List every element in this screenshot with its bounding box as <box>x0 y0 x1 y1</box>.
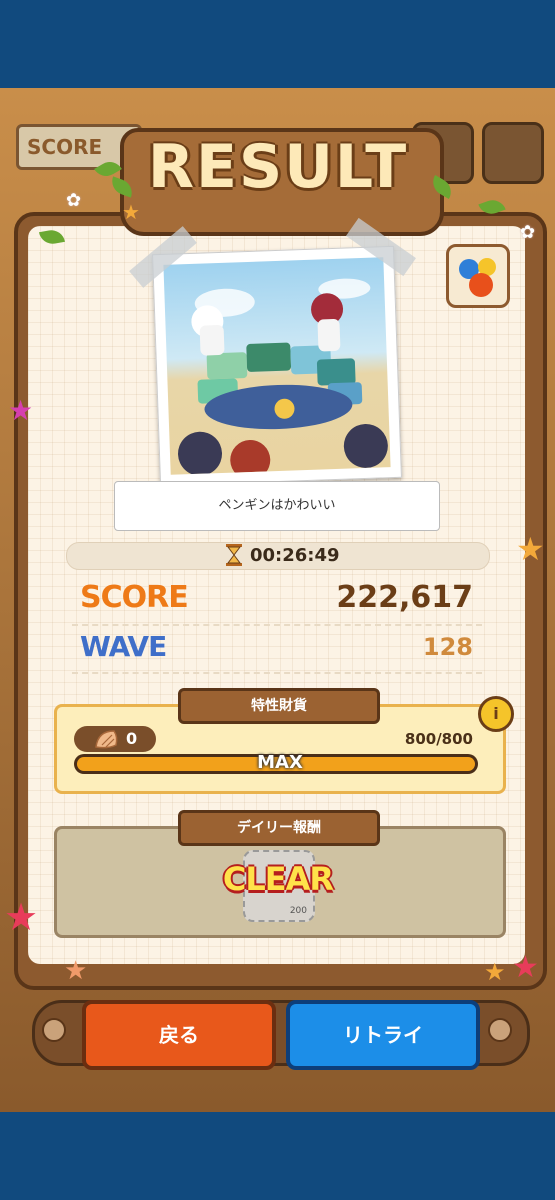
info-button[interactable]: i <box>478 696 514 732</box>
top-banner <box>0 0 555 88</box>
daily-reward-header: デイリー報酬 <box>178 810 380 846</box>
starfish-icon: ★ <box>64 956 88 986</box>
currency-count: 0 <box>126 729 138 748</box>
retry-button[interactable]: リトライ <box>286 1000 480 1070</box>
starfish-icon: ★ <box>8 394 34 427</box>
background-pause-icon <box>482 122 544 184</box>
back-button[interactable]: 戻る <box>82 1000 276 1070</box>
flower-icon: ✿ <box>520 222 536 243</box>
flower-icon: ✿ <box>66 190 82 211</box>
wave-label: WAVE <box>80 630 167 663</box>
score-value: 222,617 <box>336 580 473 615</box>
score-label: SCORE <box>80 580 189 615</box>
wave-value: 128 <box>422 633 473 661</box>
result-title: RESULT <box>147 132 409 202</box>
skill-orb-icon[interactable] <box>446 244 510 308</box>
clear-stamp: CLEAR <box>222 860 334 898</box>
bolt-decoration <box>488 1018 512 1042</box>
trait-progress-text: 800/800 <box>404 730 473 748</box>
elapsed-time: 00:26:49 <box>250 545 340 566</box>
starfish-icon: ★ <box>4 895 39 939</box>
starfish-icon: ★ <box>484 958 506 986</box>
divider <box>72 624 482 626</box>
shell-icon <box>95 730 118 749</box>
hourglass-icon <box>226 544 242 566</box>
bottom-banner <box>0 1112 555 1200</box>
starfish-icon: ★ <box>512 950 539 985</box>
max-label: MAX <box>257 752 303 773</box>
starfish-icon: ★ <box>516 530 545 568</box>
result-photo <box>152 245 402 487</box>
photo-caption: ペンギンはかわいい <box>114 481 440 531</box>
star-icon: ★ <box>122 200 140 224</box>
photo-art <box>178 278 388 475</box>
reward-amount: 200 <box>289 906 307 916</box>
bolt-decoration <box>42 1018 66 1042</box>
background-score-label: SCORE <box>27 135 103 159</box>
trait-currency-header: 特性財貨 <box>178 688 380 724</box>
photo-illustration <box>163 257 391 475</box>
divider <box>72 672 482 674</box>
